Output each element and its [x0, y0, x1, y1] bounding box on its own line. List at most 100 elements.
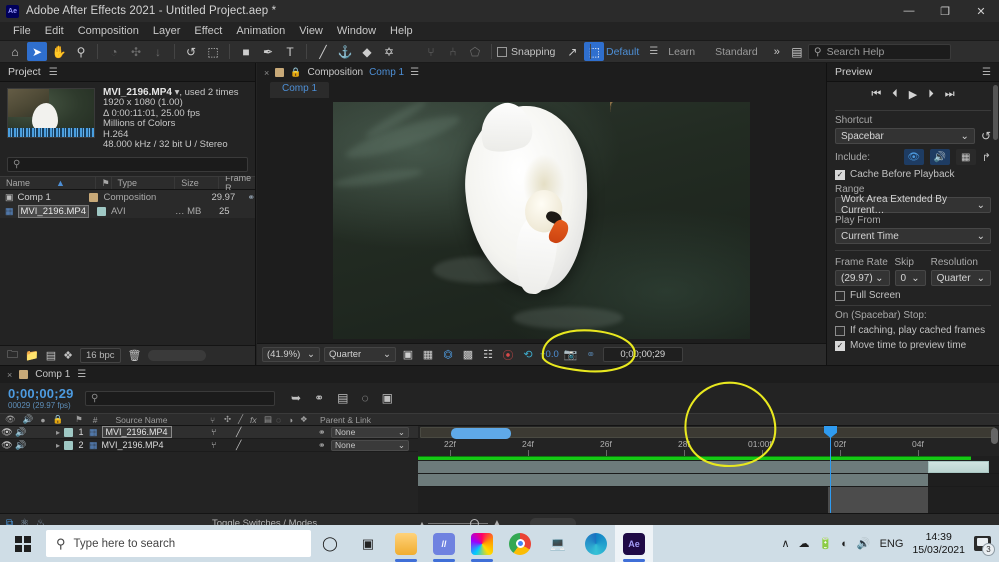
preview-scrollbar[interactable]	[993, 85, 998, 140]
mask-icon[interactable]: ⬠	[465, 42, 485, 61]
composition-mini-flowchart-icon[interactable]: ➥	[291, 391, 301, 405]
move-time-checkbox[interactable]: ✓	[835, 341, 845, 351]
viewer-timecode[interactable]: 0;00;00;29	[603, 347, 683, 362]
next-frame-button[interactable]: ⏵	[928, 88, 934, 101]
remote-desktop-icon[interactable]: 💻	[539, 525, 577, 562]
layer-label-swatch[interactable]	[64, 428, 73, 437]
zoom-level-select[interactable]: (41.9%) ⌄	[262, 347, 320, 362]
resolution-select[interactable]: Quarter ⌄	[324, 347, 396, 362]
type-tool-icon[interactable]: T	[280, 42, 300, 61]
snap-picker-icon[interactable]: ↗	[562, 42, 582, 61]
layer1-clip[interactable]	[928, 461, 989, 473]
column-label-color[interactable]: ⚑	[96, 177, 112, 189]
layer-visibility-icon[interactable]: 👁	[0, 427, 14, 438]
layer-anchor-switch[interactable]: ⑂	[211, 440, 216, 450]
menu-view[interactable]: View	[292, 24, 330, 38]
rotation-tool-icon[interactable]: ↺	[181, 42, 201, 61]
show-snapshot-icon[interactable]: ⚭	[583, 348, 599, 361]
table-row[interactable]: ▣ Comp 1 Composition 29.97 ⚭	[0, 190, 255, 204]
language-indicator[interactable]: ENG	[880, 538, 904, 550]
include-audio-icon[interactable]: 🔊	[930, 149, 950, 165]
after-effects-icon[interactable]: Ae	[615, 525, 653, 562]
anchor-align-icon[interactable]: ⑂	[421, 42, 441, 61]
parent-pickwhip-icon[interactable]: ⚭	[318, 427, 326, 438]
workspace-menu-icon[interactable]: ☰	[649, 46, 658, 57]
previous-frame-button[interactable]: ⏴	[892, 88, 898, 101]
parent-select[interactable]: None ⌄	[331, 440, 409, 451]
refresh-icon[interactable]: ⟲	[520, 348, 536, 361]
new-folder-icon[interactable]: 📁	[25, 349, 39, 362]
if-caching-checkbox[interactable]	[835, 326, 845, 336]
composition-name[interactable]: Comp 1	[369, 67, 404, 78]
layer-audio-icon[interactable]: 🔊	[14, 440, 28, 451]
menu-window[interactable]: Window	[330, 24, 383, 38]
timeline-scrollbar[interactable]	[991, 428, 998, 444]
onedrive-icon[interactable]: ☁	[799, 537, 810, 550]
close-icon[interactable]: ×	[7, 370, 12, 380]
shape-tool-icon[interactable]: ■	[236, 42, 256, 61]
search-help-input[interactable]: ⚲ Search Help	[808, 44, 951, 60]
column-type[interactable]: Type	[112, 177, 176, 189]
workspace-overflow-icon[interactable]: »	[768, 46, 786, 58]
frame-blending-icon[interactable]: ◌	[361, 391, 368, 405]
menu-effect[interactable]: Effect	[187, 24, 229, 38]
preview-resolution-select[interactable]: Quarter ⌄	[931, 270, 991, 286]
pan-behind-tool-icon[interactable]: ✣	[126, 42, 146, 61]
play-from-select[interactable]: Current Time ⌄	[835, 228, 991, 244]
timeline-graph[interactable]: 22f 24f 26f 28f 01:00f 02f 04f	[418, 426, 999, 513]
reset-icon[interactable]: ↺	[981, 129, 991, 143]
preview-menu-icon[interactable]: ☰	[982, 67, 991, 78]
full-screen-row[interactable]: Full Screen	[835, 290, 991, 301]
include-video-icon[interactable]: 👁	[904, 149, 924, 165]
track-row[interactable]	[418, 474, 999, 487]
clone-stamp-tool-icon[interactable]: ⚓	[335, 42, 355, 61]
project-search-input[interactable]: ⚲	[7, 157, 248, 172]
playhead-line[interactable]	[830, 426, 831, 513]
eraser-tool-icon[interactable]: ◆	[357, 42, 377, 61]
full-screen-checkbox[interactable]	[835, 291, 845, 301]
channel-rgb-icon[interactable]: ⦿	[500, 347, 516, 363]
start-button[interactable]	[0, 525, 46, 562]
new-comp-icon[interactable]: ▤	[46, 349, 56, 362]
time-ruler[interactable]: 22f 24f 26f 28f 01:00f 02f 04f	[418, 426, 999, 456]
dolly-tool-icon[interactable]: ↓	[148, 42, 168, 61]
maximize-button[interactable]: ❐	[927, 0, 963, 22]
parent-pickwhip-icon[interactable]: ⚭	[318, 440, 326, 451]
lock-icon[interactable]: 🔒	[290, 67, 301, 78]
column-size[interactable]: Size	[175, 177, 219, 189]
interpret-footage-icon[interactable]: 🗀	[7, 346, 18, 365]
workspace-standard[interactable]: Standard	[705, 46, 768, 58]
work-area-bar[interactable]	[420, 427, 995, 438]
workspace-learn[interactable]: Learn	[658, 46, 705, 58]
track-row[interactable]	[418, 461, 999, 474]
layer-quality-switch[interactable]: ╱	[236, 427, 241, 438]
layer-quality-switch[interactable]: ╱	[236, 440, 241, 451]
distribute-icon[interactable]: ⑃	[443, 42, 463, 61]
play-button[interactable]: ▶	[909, 88, 917, 101]
range-select[interactable]: Work Area Extended By Current… ⌄	[835, 197, 991, 213]
tab-project[interactable]: Project	[8, 66, 41, 78]
show-hidden-icons-chevron[interactable]: ∧	[781, 537, 789, 550]
shortcut-select[interactable]: Spacebar ⌄	[835, 128, 975, 144]
exposure-value[interactable]: +0.0	[540, 349, 559, 360]
clock[interactable]: 14:39 15/03/2021	[912, 531, 965, 557]
toggle-grid-icon[interactable]: ☷	[480, 348, 496, 361]
layer1-clip-base[interactable]	[418, 461, 928, 473]
volume-icon[interactable]: 🔊	[857, 537, 871, 550]
menu-layer[interactable]: Layer	[146, 24, 188, 38]
project-settings-icon[interactable]: ❖	[63, 349, 73, 362]
flowchart-icon[interactable]: ⚭	[247, 192, 255, 203]
work-area-handle[interactable]	[451, 428, 511, 439]
menu-help[interactable]: Help	[383, 24, 420, 38]
viewer-canvas-area[interactable]	[257, 98, 826, 343]
timeline-timecode-group[interactable]: 0;00;00;29 00029 (29.97 fps)	[0, 386, 85, 410]
file-explorer-icon[interactable]	[387, 525, 425, 562]
close-icon[interactable]: ×	[264, 68, 269, 78]
battery-icon[interactable]: 🔋	[819, 537, 833, 550]
include-overlays-icon[interactable]: ▦	[956, 149, 976, 165]
brush-tool-icon[interactable]: ╱	[313, 42, 333, 61]
microsoft-edge-icon[interactable]	[577, 525, 615, 562]
column-parent-link[interactable]: Parent & Link	[320, 415, 371, 425]
delete-icon[interactable]: 🗑	[128, 349, 142, 362]
layer-expand-icon[interactable]: ▸	[56, 441, 60, 450]
